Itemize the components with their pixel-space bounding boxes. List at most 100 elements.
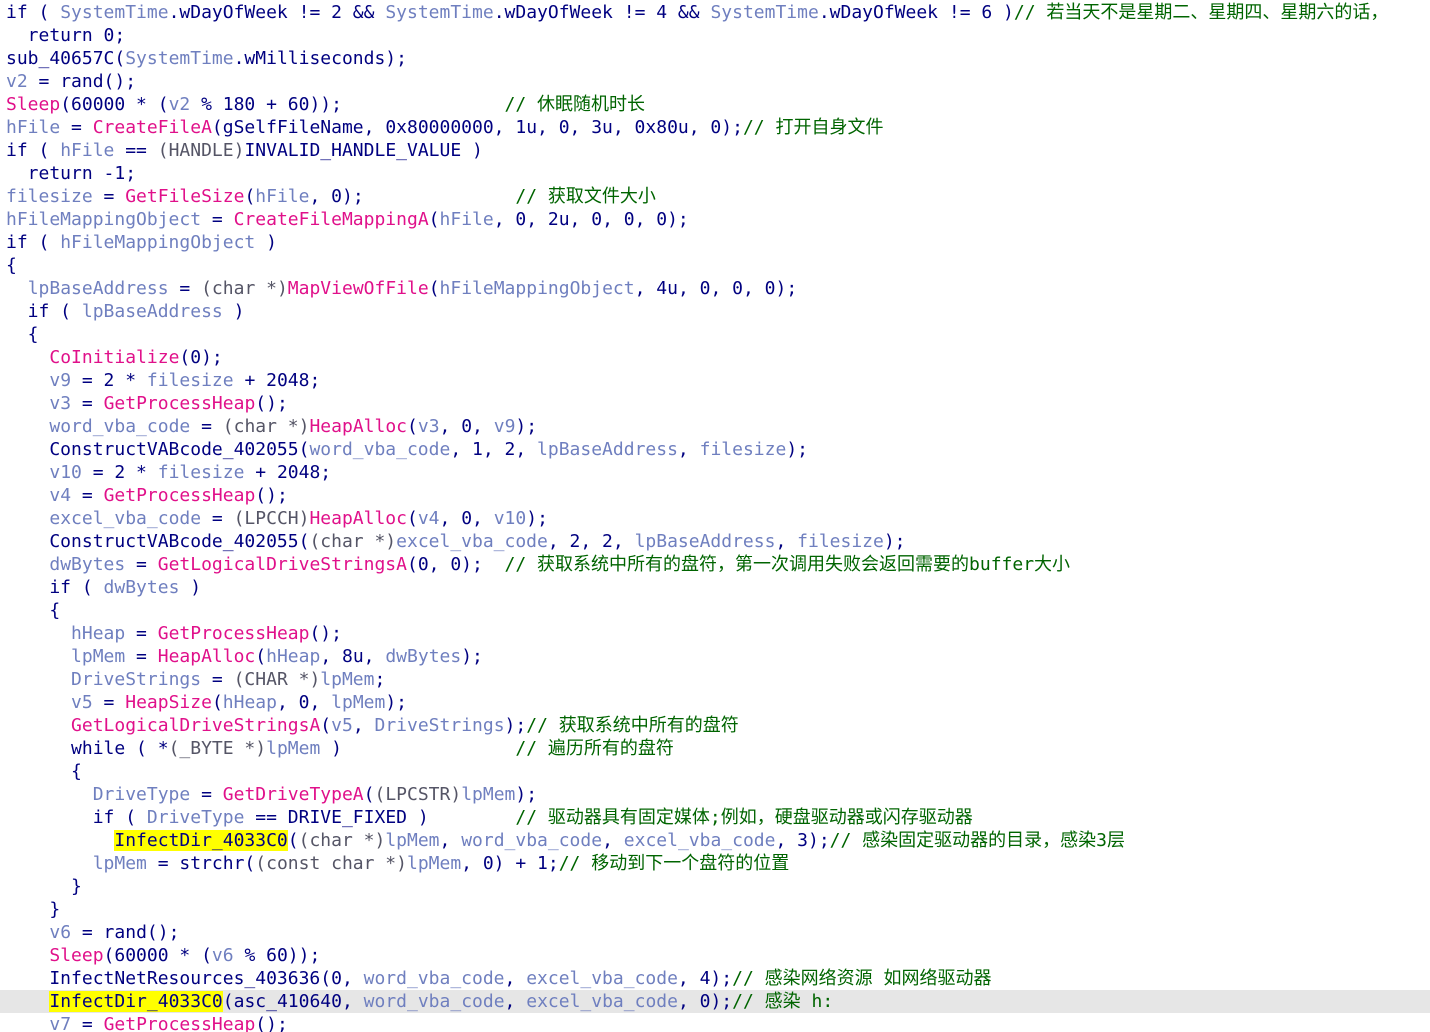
api-call-token[interactable]: Sleep <box>6 94 60 115</box>
variable-token[interactable]: lpMem <box>331 692 385 713</box>
variable-token[interactable]: lpMem <box>461 784 515 805</box>
api-call-token[interactable]: GetProcessHeap <box>104 485 256 506</box>
api-call-token[interactable]: GetProcessHeap <box>104 393 256 414</box>
variable-token[interactable]: DriveStrings <box>375 715 505 736</box>
code-line[interactable]: return 0; <box>0 24 1430 47</box>
code-line[interactable]: lpMem = HeapAlloc(hHeap, 8u, dwBytes); <box>0 645 1430 668</box>
code-line[interactable]: { <box>0 760 1430 783</box>
variable-token[interactable]: v7 <box>49 1014 71 1032</box>
variable-token[interactable]: SystemTime <box>385 2 493 23</box>
variable-token[interactable]: hFile <box>60 140 114 161</box>
variable-token[interactable]: v4 <box>49 485 71 506</box>
code-line[interactable]: v7 = GetProcessHeap(); <box>0 1013 1430 1032</box>
variable-token[interactable]: v3 <box>49 393 71 414</box>
variable-token[interactable]: hFile <box>440 209 494 230</box>
function-token[interactable]: .wMilliseconds); <box>234 48 407 69</box>
code-line[interactable]: InfectNetResources_403636(0, word_vba_co… <box>0 967 1430 990</box>
variable-token[interactable]: v6 <box>212 945 234 966</box>
function-token[interactable]: sub_40657C( <box>6 48 125 69</box>
code-line[interactable]: InfectDir_4033C0((char *)lpMem, word_vba… <box>0 829 1430 852</box>
code-line[interactable]: CoInitialize(0); <box>0 346 1430 369</box>
variable-token[interactable]: SystemTime <box>710 2 818 23</box>
variable-token[interactable]: lpBaseAddress <box>28 278 169 299</box>
api-call-token[interactable]: CreateFileMappingA <box>234 209 429 230</box>
variable-token[interactable]: v3 <box>418 416 440 437</box>
variable-token[interactable]: hFileMappingObject <box>440 278 635 299</box>
variable-token[interactable]: filesize <box>158 462 245 483</box>
variable-token[interactable]: dwBytes <box>104 577 180 598</box>
code-line[interactable]: hFile = CreateFileA(gSelfFileName, 0x800… <box>0 116 1430 139</box>
api-call-token[interactable]: GetLogicalDriveStringsA <box>71 715 320 736</box>
variable-token[interactable]: v9 <box>49 370 71 391</box>
api-call-token[interactable]: MapViewOfFile <box>288 278 429 299</box>
code-line[interactable]: filesize = GetFileSize(hFile, 0); // 获取文… <box>0 185 1430 208</box>
variable-token[interactable]: filesize <box>700 439 787 460</box>
code-line[interactable]: if ( DriveType == DRIVE_FIXED ) // 驱动器具有… <box>0 806 1430 829</box>
api-call-token[interactable]: GetProcessHeap <box>104 1014 256 1032</box>
code-line[interactable]: GetLogicalDriveStringsA(v5, DriveStrings… <box>0 714 1430 737</box>
variable-token[interactable]: v2 <box>6 71 28 92</box>
variable-token[interactable]: lpMem <box>385 830 439 851</box>
code-line[interactable]: dwBytes = GetLogicalDriveStringsA(0, 0);… <box>0 553 1430 576</box>
variable-token[interactable]: v10 <box>49 462 82 483</box>
code-line[interactable]: { <box>0 254 1430 277</box>
code-line[interactable]: hFileMappingObject = CreateFileMappingA(… <box>0 208 1430 231</box>
api-call-token[interactable]: CoInitialize <box>49 347 179 368</box>
variable-token[interactable]: v9 <box>494 416 516 437</box>
variable-token[interactable]: word_vba_code <box>49 416 190 437</box>
variable-token[interactable]: dwBytes <box>49 554 125 575</box>
code-line[interactable]: v6 = rand(); <box>0 921 1430 944</box>
variable-token[interactable]: excel_vba_code <box>49 508 201 529</box>
variable-token[interactable]: DriveType <box>93 784 191 805</box>
variable-token[interactable]: v2 <box>169 94 191 115</box>
variable-token[interactable]: word_vba_code <box>309 439 450 460</box>
code-line[interactable]: if ( dwBytes ) <box>0 576 1430 599</box>
variable-token[interactable]: word_vba_code <box>364 991 505 1012</box>
variable-token[interactable]: lpMem <box>93 853 147 874</box>
variable-token[interactable]: v5 <box>331 715 353 736</box>
code-line[interactable]: v5 = HeapSize(hHeap, 0, lpMem); <box>0 691 1430 714</box>
api-call-token[interactable]: HeapAlloc <box>309 416 407 437</box>
code-line[interactable]: return -1; <box>0 162 1430 185</box>
highlighted-symbol[interactable]: InfectDir_4 <box>49 991 169 1012</box>
variable-token[interactable]: filesize <box>6 186 93 207</box>
api-call-token[interactable]: Sleep <box>49 945 103 966</box>
variable-token[interactable]: lpBaseAddress <box>635 531 776 552</box>
variable-token[interactable]: excel_vba_code <box>526 991 678 1012</box>
variable-token[interactable]: hHeap <box>266 646 320 667</box>
variable-token[interactable]: filesize <box>147 370 234 391</box>
code-line[interactable]: DriveType = GetDriveTypeA((LPCSTR)lpMem)… <box>0 783 1430 806</box>
code-line[interactable]: word_vba_code = (char *)HeapAlloc(v3, 0,… <box>0 415 1430 438</box>
code-line[interactable]: { <box>0 323 1430 346</box>
variable-token[interactable]: v5 <box>71 692 93 713</box>
variable-token[interactable]: DriveStrings <box>71 669 201 690</box>
variable-token[interactable]: hFileMappingObject <box>60 232 255 253</box>
code-line[interactable]: v4 = GetProcessHeap(); <box>0 484 1430 507</box>
code-line[interactable]: } <box>0 875 1430 898</box>
code-line[interactable]: if ( hFileMappingObject ) <box>0 231 1430 254</box>
code-line[interactable]: } <box>0 898 1430 921</box>
code-line[interactable]: v9 = 2 * filesize + 2048; <box>0 369 1430 392</box>
api-call-token[interactable]: GetFileSize <box>125 186 244 207</box>
api-call-token[interactable]: HeapAlloc <box>309 508 407 529</box>
code-line[interactable]: v2 = rand(); <box>0 70 1430 93</box>
variable-token[interactable]: word_vba_code <box>364 968 505 989</box>
highlighted-symbol[interactable]: InfectDir_4033C0 <box>114 830 288 851</box>
api-call-token[interactable]: GetProcessHeap <box>158 623 310 644</box>
variable-token[interactable]: lpMem <box>266 738 320 759</box>
variable-token[interactable]: v10 <box>494 508 527 529</box>
variable-token[interactable]: hFile <box>255 186 309 207</box>
variable-token[interactable]: excel_vba_code <box>624 830 776 851</box>
code-line[interactable]: { <box>0 599 1430 622</box>
variable-token[interactable]: v6 <box>49 922 71 943</box>
code-line[interactable]: excel_vba_code = (LPCCH)HeapAlloc(v4, 0,… <box>0 507 1430 530</box>
code-line[interactable]: Sleep(60000 * (v6 % 60)); <box>0 944 1430 967</box>
code-line[interactable]: lpMem = strchr((const char *)lpMem, 0) +… <box>0 852 1430 875</box>
variable-token[interactable]: hHeap <box>71 623 125 644</box>
code-line[interactable]: if ( hFile == (HANDLE)INVALID_HANDLE_VAL… <box>0 139 1430 162</box>
highlighted-symbol[interactable]: 033C0 <box>168 991 223 1012</box>
code-line[interactable]: v3 = GetProcessHeap(); <box>0 392 1430 415</box>
variable-token[interactable]: lpMem <box>407 853 461 874</box>
code-line[interactable]: lpBaseAddress = (char *)MapViewOfFile(hF… <box>0 277 1430 300</box>
code-line[interactable]: while ( *(_BYTE *)lpMem ) // 遍历所有的盘符 <box>0 737 1430 760</box>
